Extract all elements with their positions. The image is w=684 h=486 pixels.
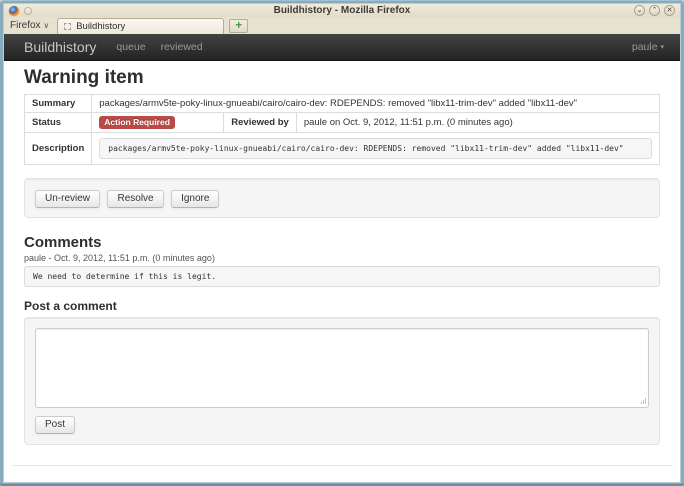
status-badge: Action Required: [99, 116, 175, 129]
tab-buildhistory[interactable]: Buildhistory: [57, 18, 224, 34]
reviewed-by-value: paule on Oct. 9, 2012, 11:51 p.m. (0 min…: [296, 113, 659, 133]
caret-down-icon: ▾: [660, 44, 664, 51]
reviewed-by-label: Reviewed by: [224, 113, 297, 133]
status-label: Status: [25, 113, 92, 133]
minimize-button[interactable]: ⌄: [634, 5, 645, 16]
table-row-summary: Summary packages/armv5te-poky-linux-gnue…: [25, 95, 660, 113]
tab-title: Buildhistory: [76, 21, 125, 32]
comments-heading: Comments: [24, 234, 660, 251]
default-favicon-icon: [64, 23, 71, 30]
page-title: Warning item: [24, 67, 660, 89]
comment-text: We need to determine if this is legit.: [24, 266, 660, 287]
description-label: Description: [25, 133, 92, 165]
titlebar[interactable]: Buildhistory - Mozilla Firefox ⌄ ⌃ ✕: [4, 4, 680, 17]
app-navbar: Buildhistory queue reviewed paule ▾: [4, 34, 680, 61]
user-dropdown[interactable]: paule ▾: [632, 41, 664, 53]
table-row-status: Status Action Required Reviewed by paule…: [25, 113, 660, 133]
summary-value: packages/armv5te-poky-linux-gnueabi/cair…: [92, 95, 660, 113]
table-row-description: Description packages/armv5te-poky-linux-…: [25, 133, 660, 165]
actions-well: Un-review Resolve Ignore: [24, 178, 660, 218]
comment-textarea[interactable]: [35, 328, 649, 408]
chevron-down-icon: ∨: [43, 21, 49, 30]
close-button[interactable]: ✕: [664, 5, 675, 16]
firefox-menu-button[interactable]: Firefox ∨: [10, 20, 49, 31]
post-comment-heading: Post a comment: [24, 299, 660, 313]
post-button[interactable]: Post: [35, 416, 75, 434]
un-review-button[interactable]: Un-review: [35, 190, 100, 208]
titlebar-menu-icon[interactable]: [24, 7, 32, 15]
footer-divider: [12, 465, 672, 466]
comment-textarea-wrap: [35, 328, 649, 408]
description-cell: packages/armv5te-poky-linux-gnueabi/cair…: [92, 133, 660, 165]
firefox-menu-label: Firefox: [10, 20, 41, 31]
post-comment-well: Post: [24, 317, 660, 445]
firefox-window: Buildhistory - Mozilla Firefox ⌄ ⌃ ✕ Fir…: [0, 0, 684, 486]
navbar-brand[interactable]: Buildhistory: [24, 39, 96, 55]
tab-bar: Firefox ∨ Buildhistory +: [4, 17, 680, 34]
maximize-button[interactable]: ⌃: [649, 5, 660, 16]
nav-link-reviewed[interactable]: reviewed: [161, 41, 203, 53]
resolve-button[interactable]: Resolve: [107, 190, 163, 208]
summary-label: Summary: [25, 95, 92, 113]
status-cell: Action Required: [92, 113, 224, 133]
ignore-button[interactable]: Ignore: [171, 190, 219, 208]
window-controls: ⌄ ⌃ ✕: [634, 5, 675, 16]
warning-detail-table: Summary packages/armv5te-poky-linux-gnue…: [24, 94, 660, 165]
user-name: paule: [632, 41, 658, 53]
new-tab-button[interactable]: +: [229, 19, 248, 33]
comment-meta: paule - Oct. 9, 2012, 11:51 p.m. (0 minu…: [24, 253, 660, 263]
window-body: Buildhistory - Mozilla Firefox ⌄ ⌃ ✕ Fir…: [3, 3, 681, 483]
nav-link-queue[interactable]: queue: [116, 41, 145, 53]
comment-item: paule - Oct. 9, 2012, 11:51 p.m. (0 minu…: [24, 253, 660, 287]
firefox-logo-icon: [9, 6, 19, 16]
window-title: Buildhistory - Mozilla Firefox: [4, 5, 680, 16]
page-content: Warning item Summary packages/armv5te-po…: [4, 61, 680, 482]
description-code: packages/armv5te-poky-linux-gnueabi/cair…: [99, 138, 652, 159]
